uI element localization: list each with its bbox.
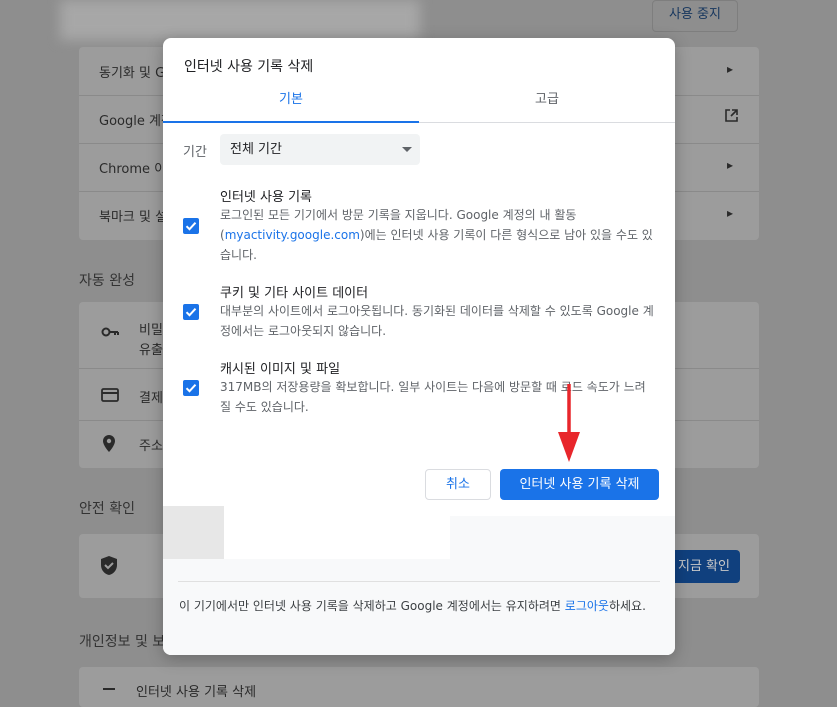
tab-label: 고급 (535, 92, 559, 107)
trash-icon (103, 687, 115, 705)
time-range-select[interactable]: 전체 기간 (220, 134, 420, 165)
cancel-button[interactable]: 취소 (425, 469, 491, 500)
privacy-section-title: 개인정보 및 보 (79, 634, 166, 650)
chevron-right-icon: ▸ (726, 158, 733, 172)
bg-row-label: 비밀 (139, 323, 163, 338)
chevron-right-icon: ▸ (726, 206, 733, 220)
bg-row-sublabel: 유출 (139, 343, 163, 358)
checkmark-icon (185, 384, 197, 393)
time-range-value: 전체 기간 (230, 142, 282, 157)
footer-text: 이 기기에서만 인터넷 사용 기록을 삭제하고 Google 계정에서는 유지하… (179, 596, 659, 617)
cookies-checkbox[interactable] (183, 304, 199, 320)
bg-row-label: 주소 (139, 439, 163, 454)
redacted-region (163, 506, 224, 559)
option-description: 로그인된 모든 기기에서 방문 기록을 지웁니다. Google 계정의 내 활… (220, 205, 655, 265)
dialog-tabs: 기본 고급 (163, 88, 675, 123)
clear-data-button[interactable]: 인터넷 사용 기록 삭제 (500, 469, 659, 500)
bg-row-label: 동기화 및 G (99, 66, 166, 81)
cache-checkbox[interactable] (183, 380, 199, 396)
tab-basic[interactable]: 기본 (163, 88, 419, 123)
dialog-title: 인터넷 사용 기록 삭제 (184, 59, 314, 75)
autofill-section-title: 자동 완성 (79, 273, 135, 289)
redacted-region (224, 506, 450, 559)
option-title: 쿠키 및 기타 사이트 데이터 (220, 286, 369, 301)
bg-row-label: 결제 (139, 391, 163, 406)
option-title: 인터넷 사용 기록 (220, 190, 312, 205)
bg-row-label[interactable]: 인터넷 사용 기록 삭제 (136, 681, 256, 700)
clear-browsing-data-dialog: 인터넷 사용 기록 삭제 기본 고급 기간 전체 기간 인터넷 사용 기록 로그… (163, 38, 675, 655)
footer-text-part: 이 기기에서만 인터넷 사용 기록을 삭제하고 Google 계정에서는 유지하… (179, 599, 565, 613)
privacy-card: 인터넷 사용 기록 삭제 (79, 667, 759, 707)
checkmark-icon (185, 308, 197, 317)
chevron-right-icon: ▸ (726, 62, 733, 76)
open-in-new-icon (724, 108, 739, 126)
myactivity-link[interactable]: myactivity.google.com (225, 228, 360, 242)
checkmark-icon (185, 222, 197, 231)
key-icon (101, 324, 119, 342)
option-description: 317MB의 저장용량을 확보합니다. 일부 사이트는 다음에 방문할 때 로드… (220, 380, 646, 414)
safety-section-title: 안전 확인 (79, 501, 135, 517)
option-description: 대부분의 사이트에서 로그아웃됩니다. 동기화된 데이터를 삭제할 수 있도록 … (220, 304, 654, 338)
tab-advanced[interactable]: 고급 (419, 88, 675, 122)
footer-divider (178, 581, 660, 582)
option-title: 캐시된 이미지 및 파일 (220, 362, 341, 377)
bg-row-label: Google 계정 (99, 114, 173, 129)
bg-row-label: Chrome 이 (99, 162, 167, 177)
turn-off-sync-button[interactable]: 사용 중지 (652, 0, 738, 32)
dialog-footer: 이 기기에서만 인터넷 사용 기록을 삭제하고 Google 계정에서는 유지하… (163, 506, 675, 655)
location-pin-icon (103, 435, 115, 456)
browsing-history-checkbox[interactable] (183, 218, 199, 234)
blurred-region (60, 0, 420, 40)
time-range-label: 기간 (183, 145, 207, 160)
bg-row-label: 북마크 및 설 (99, 210, 168, 225)
footer-text-part: 하세요. (608, 599, 646, 613)
tab-label: 기본 (279, 92, 303, 107)
credit-card-icon (101, 388, 119, 406)
annotation-arrow-icon (558, 384, 580, 462)
sign-out-link[interactable]: 로그아웃 (565, 599, 609, 613)
dropdown-caret-icon (402, 147, 412, 152)
check-now-button[interactable]: 지금 확인 (668, 550, 740, 583)
active-tab-indicator (163, 121, 419, 123)
shield-icon (101, 556, 117, 579)
